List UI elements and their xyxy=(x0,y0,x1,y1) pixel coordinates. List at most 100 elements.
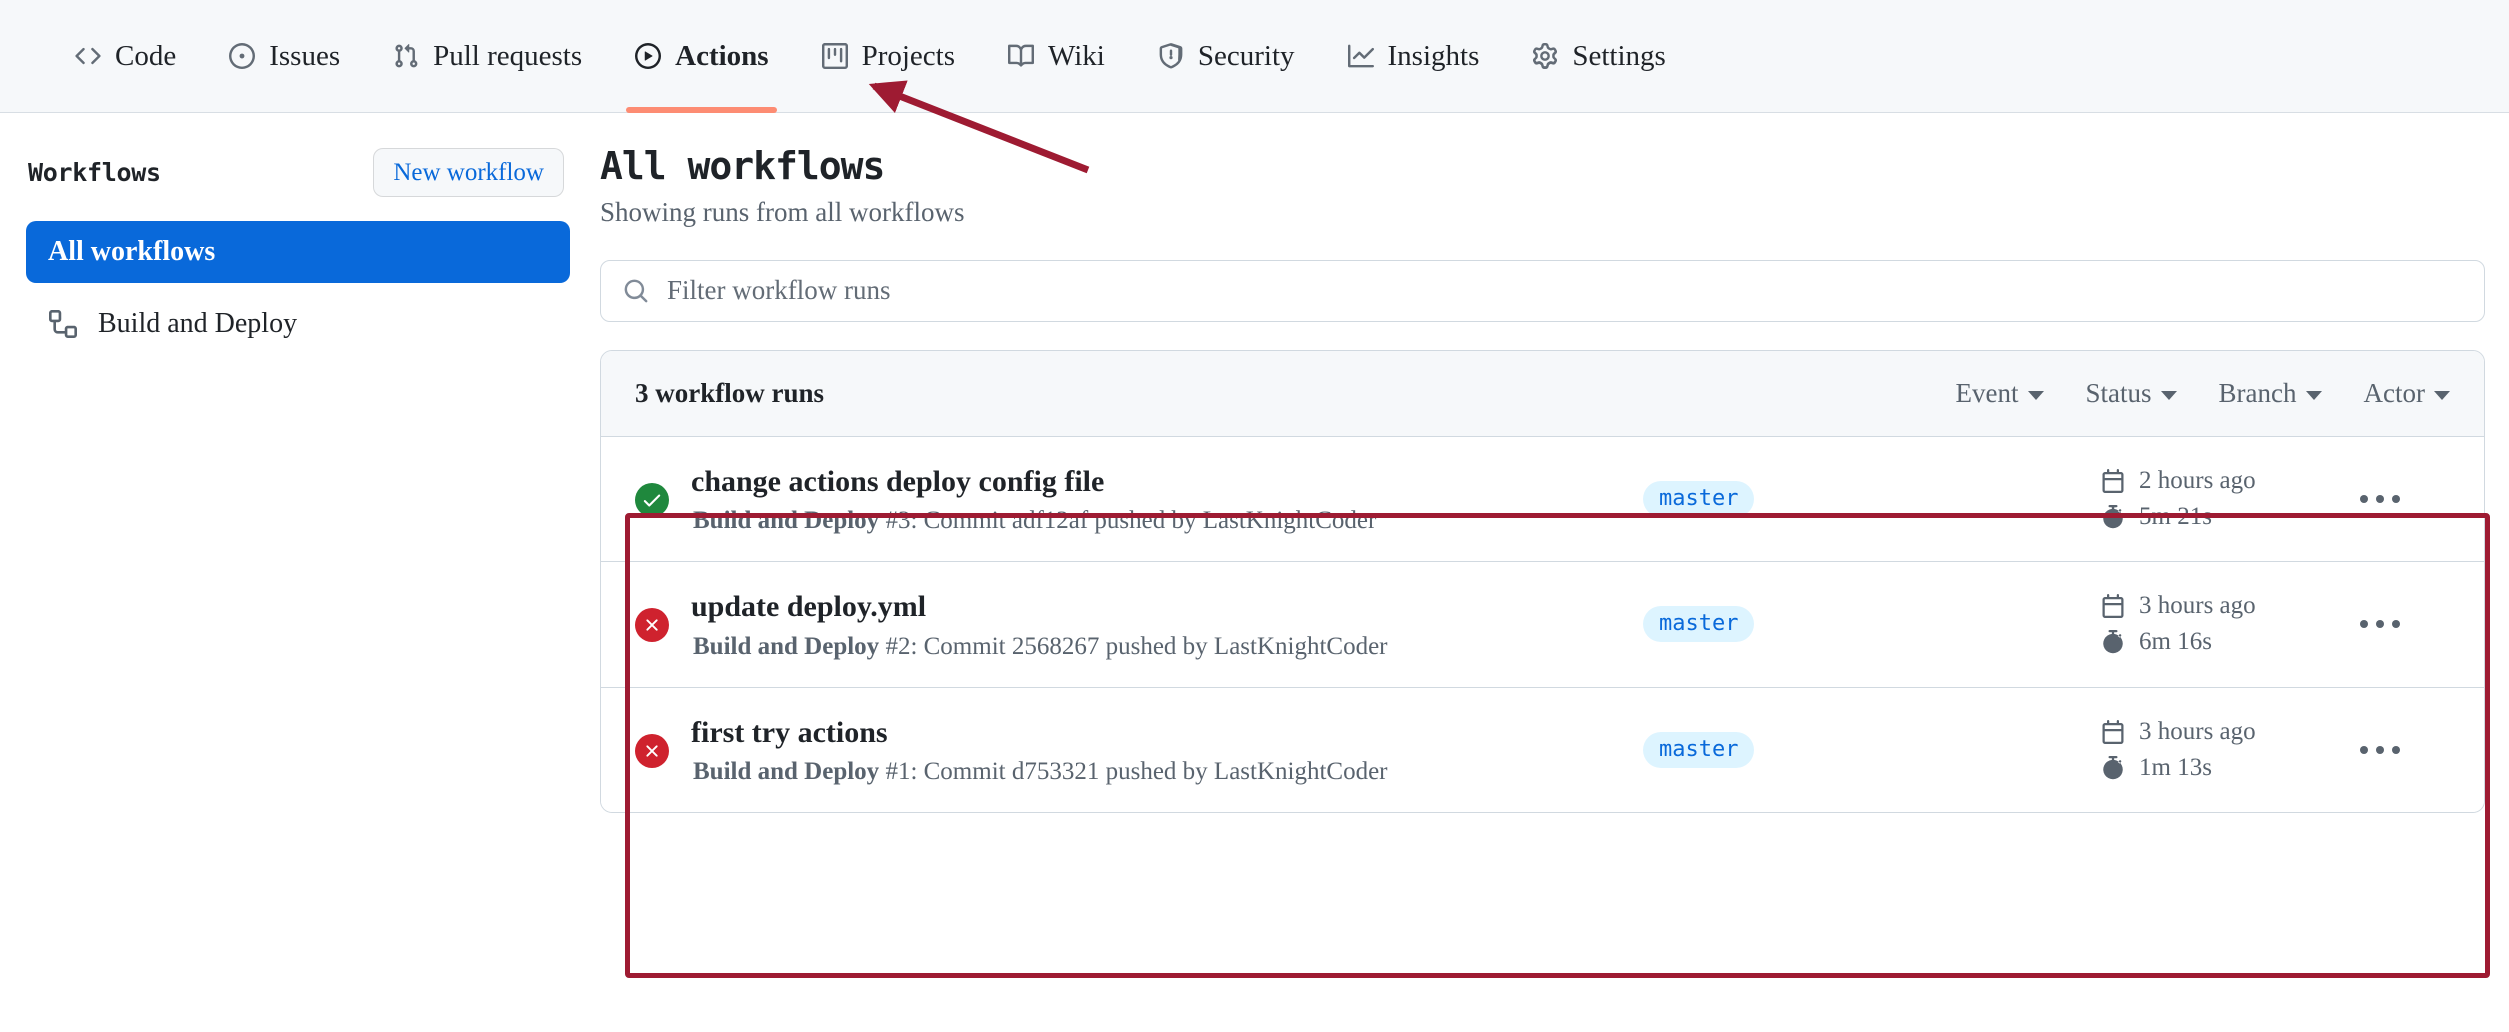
tab-security[interactable]: Security xyxy=(1131,0,1321,112)
run-branch: master xyxy=(1591,606,1891,643)
table-row[interactable]: update deploy.yml Build and Deploy #2: C… xyxy=(601,561,2484,687)
run-detail: #1: Commit d753321 pushed by LastKnightC… xyxy=(879,758,1388,785)
issue-opened-icon xyxy=(228,42,256,70)
calendar-icon xyxy=(2100,593,2126,619)
graph-icon xyxy=(1347,42,1375,70)
branch-badge[interactable]: master xyxy=(1643,480,1755,517)
filter-workflow-runs-box[interactable] xyxy=(600,259,2485,322)
calendar-icon xyxy=(2100,719,2126,745)
run-meta: 3 hours ago 1m 13s xyxy=(2100,718,2310,782)
sidebar-item-build-and-deploy[interactable]: Build and Deploy xyxy=(26,293,570,355)
tab-pull-requests-label: Pull requests xyxy=(433,39,583,72)
workflow-runs-header: 3 workflow runs Event Status Branch Acto… xyxy=(601,350,2484,437)
page-subtitle: Showing runs from all workflows xyxy=(600,196,965,227)
run-title[interactable]: update deploy.yml xyxy=(691,588,1591,626)
branch-badge[interactable]: master xyxy=(1643,606,1755,643)
run-workflow-name: Build and Deploy xyxy=(693,507,880,534)
tab-projects[interactable]: Projects xyxy=(795,0,981,112)
book-icon xyxy=(1007,42,1035,70)
sidebar-title: Workflows xyxy=(28,157,161,187)
run-time-ago-label: 2 hours ago xyxy=(2139,466,2256,494)
page-body: Workflows New workflow All workflows Bui… xyxy=(0,113,2509,813)
table-row[interactable]: change actions deploy config file Build … xyxy=(601,436,2484,561)
run-menu-button[interactable] xyxy=(2310,620,2450,629)
tab-pull-requests[interactable]: Pull requests xyxy=(366,0,608,112)
run-time-ago-label: 3 hours ago xyxy=(2139,717,2256,745)
run-duration-label: 6m 16s xyxy=(2139,628,2212,656)
branch-badge[interactable]: master xyxy=(1643,731,1755,768)
filter-event-label: Event xyxy=(1955,377,2019,408)
kebab-horizontal-icon xyxy=(2360,494,2400,503)
run-subtitle: Build and Deploy #3: Commit adf12af push… xyxy=(693,507,1591,535)
tab-code[interactable]: Code xyxy=(48,0,202,112)
search-icon xyxy=(623,278,649,304)
tab-actions-label: Actions xyxy=(675,39,769,72)
run-duration: 5m 21s xyxy=(2100,503,2310,531)
chevron-down-icon xyxy=(2305,390,2322,400)
tab-wiki[interactable]: Wiki xyxy=(981,0,1131,112)
run-duration: 1m 13s xyxy=(2100,754,2310,782)
run-duration-label: 5m 21s xyxy=(2139,502,2212,530)
tab-settings-label: Settings xyxy=(1572,39,1666,72)
workflow-runs-filters: Event Status Branch Actor xyxy=(1956,378,2450,409)
filter-status[interactable]: Status xyxy=(2086,378,2177,409)
run-main: change actions deploy config file Build … xyxy=(691,463,1591,536)
sidebar-item-label: All workflows xyxy=(48,236,216,267)
run-duration: 6m 16s xyxy=(2100,628,2310,656)
chevron-down-icon xyxy=(2027,390,2044,400)
tab-insights[interactable]: Insights xyxy=(1321,0,1506,112)
run-duration-label: 1m 13s xyxy=(2139,753,2212,781)
filter-status-label: Status xyxy=(2085,377,2152,408)
run-workflow-name: Build and Deploy xyxy=(693,632,880,660)
tab-code-label: Code xyxy=(115,39,177,72)
check-circle-icon xyxy=(635,482,669,517)
stopwatch-icon xyxy=(2100,755,2126,781)
run-menu-button[interactable] xyxy=(2310,494,2450,503)
sidebar-item-all-workflows[interactable]: All workflows xyxy=(26,221,570,283)
tab-settings[interactable]: Settings xyxy=(1505,0,1691,112)
new-workflow-button[interactable]: New workflow xyxy=(373,147,564,197)
run-detail: #2: Commit 2568267 pushed by LastKnightC… xyxy=(879,632,1388,660)
run-title[interactable]: change actions deploy config file xyxy=(691,463,1591,501)
tab-issues[interactable]: Issues xyxy=(202,0,366,112)
repo-nav: Code Issues Pull requests Actions Projec xyxy=(0,0,2509,113)
run-menu-button[interactable] xyxy=(2310,745,2450,754)
tab-projects-label: Projects xyxy=(861,39,956,72)
kebab-horizontal-icon xyxy=(2360,745,2400,754)
stopwatch-icon xyxy=(2100,629,2126,655)
x-circle-icon xyxy=(635,608,669,643)
sidebar-item-label: Build and Deploy xyxy=(98,308,298,339)
git-pull-request-icon xyxy=(392,42,420,70)
filter-actor[interactable]: Actor xyxy=(2364,378,2450,409)
filter-event[interactable]: Event xyxy=(1956,378,2044,409)
main-content: All workflows Showing runs from all work… xyxy=(600,143,2509,813)
tab-actions[interactable]: Actions xyxy=(608,0,794,113)
repo-nav-tabs: Code Issues Pull requests Actions Projec xyxy=(48,0,1692,113)
chevron-down-icon xyxy=(2160,390,2177,400)
filter-branch[interactable]: Branch xyxy=(2219,378,2322,409)
workflows-sidebar: Workflows New workflow All workflows Bui… xyxy=(0,143,600,813)
run-time-ago: 2 hours ago xyxy=(2100,467,2310,495)
calendar-icon xyxy=(2100,468,2126,494)
code-icon xyxy=(74,42,102,70)
run-detail: #3: Commit adf12af pushed by LastKnightC… xyxy=(879,507,1377,534)
workflow-runs-count: 3 workflow runs xyxy=(635,377,825,408)
tab-issues-label: Issues xyxy=(269,39,341,72)
shield-icon xyxy=(1157,42,1185,70)
table-row[interactable]: first try actions Build and Deploy #1: C… xyxy=(601,686,2484,812)
run-time-ago: 3 hours ago xyxy=(2100,718,2310,746)
run-workflow-name: Build and Deploy xyxy=(693,758,880,785)
tab-security-label: Security xyxy=(1197,39,1295,72)
tab-wiki-label: Wiki xyxy=(1048,39,1105,72)
run-meta: 2 hours ago 5m 21s xyxy=(2100,467,2310,531)
search-input[interactable] xyxy=(665,274,2462,307)
workflow-icon xyxy=(48,309,78,339)
run-title[interactable]: first try actions xyxy=(691,714,1591,752)
run-time-ago: 3 hours ago xyxy=(2100,592,2310,620)
gear-icon xyxy=(1531,42,1559,70)
run-branch: master xyxy=(1591,480,1891,517)
play-icon xyxy=(634,42,662,70)
sidebar-workflow-list: All workflows Build and Deploy xyxy=(26,221,570,355)
tab-insights-label: Insights xyxy=(1387,39,1480,72)
run-branch: master xyxy=(1591,731,1891,768)
